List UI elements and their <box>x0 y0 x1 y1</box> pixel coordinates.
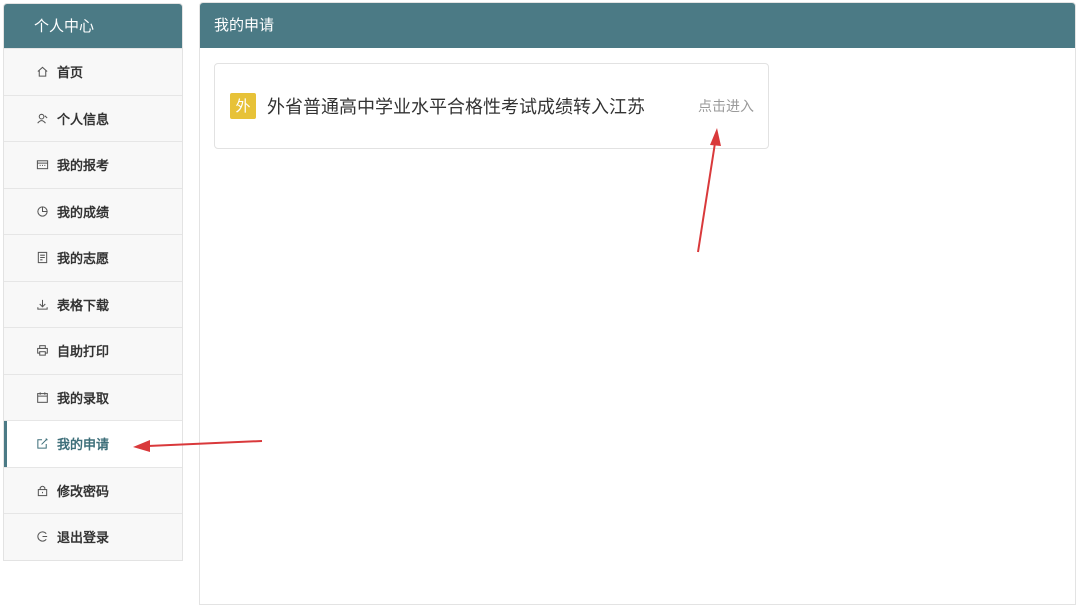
sidebar-item-label: 表格下载 <box>57 298 110 314</box>
sidebar-title: 个人中心 <box>4 4 182 48</box>
sidebar-item-label: 自助打印 <box>57 345 110 361</box>
lock-icon <box>35 483 49 497</box>
sidebar-item-label: 修改密码 <box>57 484 110 500</box>
sidebar-item-label: 首页 <box>57 66 84 82</box>
calendar-card-icon <box>35 158 49 172</box>
sidebar-item-label: 我的成绩 <box>57 205 110 221</box>
sidebar: 个人中心 首页 个人信息 我的报考 我的成绩 我的志愿 表格下载 自助打印 我的… <box>3 3 183 561</box>
page-title: 我的申请 <box>200 3 1075 48</box>
application-card[interactable]: 外 外省普通高中学业水平合格性考试成绩转入江苏 点击进入 <box>214 63 769 149</box>
sidebar-item-change-password[interactable]: 修改密码 <box>4 466 182 513</box>
edit-icon <box>35 437 49 451</box>
sidebar-item-my-applications[interactable]: 我的申请 <box>4 420 182 467</box>
card-badge: 外 <box>230 93 256 119</box>
card-title: 外省普通高中学业水平合格性考试成绩转入江苏 <box>267 97 645 118</box>
sidebar-item-label: 我的录取 <box>57 391 110 407</box>
sidebar-item-scores[interactable]: 我的成绩 <box>4 187 182 234</box>
download-icon <box>35 297 49 311</box>
user-icon <box>35 111 49 125</box>
logout-icon <box>35 530 49 544</box>
sidebar-item-label: 我的志愿 <box>57 252 110 268</box>
sidebar-item-profile[interactable]: 个人信息 <box>4 94 182 141</box>
sidebar-item-label: 个人信息 <box>57 112 110 128</box>
sidebar-item-label: 我的报考 <box>57 159 110 175</box>
document-icon <box>35 251 49 265</box>
sidebar-item-registration[interactable]: 我的报考 <box>4 141 182 188</box>
printer-icon <box>35 344 49 358</box>
sidebar-item-download[interactable]: 表格下载 <box>4 280 182 327</box>
sidebar-item-logout[interactable]: 退出登录 <box>4 513 182 560</box>
pie-chart-icon <box>35 204 49 218</box>
sidebar-item-label: 我的申请 <box>57 438 110 454</box>
sidebar-item-home[interactable]: 首页 <box>4 48 182 95</box>
sidebar-item-print[interactable]: 自助打印 <box>4 327 182 374</box>
enter-link[interactable]: 点击进入 <box>698 96 754 116</box>
main-panel: 我的申请 外 外省普通高中学业水平合格性考试成绩转入江苏 点击进入 <box>199 2 1076 605</box>
home-icon <box>35 65 49 79</box>
sidebar-item-label: 退出登录 <box>57 531 110 547</box>
calendar-icon <box>35 390 49 404</box>
sidebar-item-admission[interactable]: 我的录取 <box>4 373 182 420</box>
sidebar-item-preferences[interactable]: 我的志愿 <box>4 234 182 281</box>
